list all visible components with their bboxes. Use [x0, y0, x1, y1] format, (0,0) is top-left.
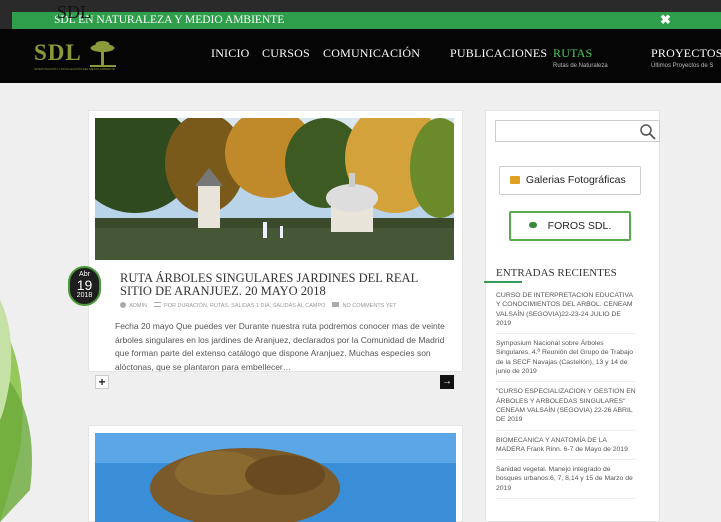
nav-item-inicio[interactable]: INICIO — [211, 46, 250, 61]
gallery-button-label: Galerias Fotográficas — [525, 174, 626, 186]
nav-item-publicaciones[interactable]: PUBLICACIONES — [450, 46, 547, 61]
nav-item-cursos[interactable]: CURSOS — [262, 46, 310, 61]
site-abbr-overlay: SDL — [57, 2, 92, 22]
post-date-badge: Abr 19 2018 — [68, 266, 101, 306]
forum-button[interactable]: FOROS SDL. — [509, 211, 631, 241]
recent-post-link[interactable]: CURSO DE INTERPRETACION EDUCATIVA Y CONO… — [496, 291, 636, 335]
date-day: 19 — [76, 277, 93, 293]
logo-text: SDL — [34, 40, 82, 65]
heading-underline — [484, 281, 522, 283]
tree-icon — [90, 41, 116, 67]
recent-post-link[interactable]: BIOMECANICA Y ANATOMÍA DE LA MADERA Fran… — [496, 436, 636, 461]
post-author[interactable]: ADMIN — [129, 303, 147, 309]
recent-post-link[interactable]: Sanidad vegetal. Manejo integrado de bos… — [496, 465, 636, 500]
post-comments[interactable]: NO COMMENTS YET — [342, 303, 396, 309]
forum-button-label: FOROS SDL. — [547, 220, 612, 232]
post-image-tree[interactable] — [95, 433, 456, 522]
nav-subtitle-proyectos: Últimos Proyectos de S — [651, 63, 714, 69]
photo-icon — [510, 176, 520, 184]
category-icon — [153, 302, 161, 307]
date-year: 2018 — [76, 292, 93, 299]
chat-icon — [528, 222, 537, 228]
post-title[interactable]: RUTA ÁRBOLES SINGULARES JARDINES DEL REA… — [120, 272, 450, 298]
nav-item-comunicacion[interactable]: COMUNICACIÓN — [323, 46, 420, 61]
leaf-decoration — [0, 300, 32, 522]
comment-icon — [331, 302, 339, 307]
author-icon — [120, 302, 126, 308]
nav-item-rutas[interactable]: RUTAS — [553, 46, 592, 61]
recent-posts-list: CURSO DE INTERPRETACION EDUCATIVA Y CONO… — [496, 291, 636, 504]
recent-post-link[interactable]: Symposium Nacional sobre Árboles Singula… — [496, 339, 636, 383]
nav-item-proyectos[interactable]: PROYECTOS — [651, 46, 721, 61]
read-more-arrow-button[interactable]: → — [440, 375, 454, 389]
recent-post-link[interactable]: "CURSO ESPECIALIZACION Y GESTION EN ÁRBO… — [496, 387, 636, 431]
nav-subtitle-rutas: Rutas de Naturaleza — [553, 63, 608, 69]
post-excerpt: Fecha 20 mayo Que puedes ver Durante nue… — [115, 321, 445, 372]
post-image-aranjuez[interactable] — [95, 118, 454, 260]
post-categories[interactable]: POR DURACIÓN, RUTAS, SALIDAS 1 DIA, SALI… — [164, 303, 325, 309]
tagline-bar: SDL EN NATURALEZA Y MEDIO AMBIENTE — [12, 12, 721, 29]
gallery-button[interactable]: Galerias Fotográficas — [499, 166, 641, 195]
site-logo[interactable]: SDL INVESTIGACIÓN Y DIVULGACIÓN DEL MEDI… — [32, 40, 117, 75]
logo-subtitle: INVESTIGACIÓN Y DIVULGACIÓN DEL MEDIO AM… — [34, 67, 115, 71]
expand-button[interactable]: + — [95, 375, 109, 389]
close-icon[interactable]: ✖ — [660, 13, 671, 27]
search-icon[interactable] — [639, 123, 657, 141]
recent-posts-heading: ENTRADAS RECIENTES — [496, 267, 617, 279]
search-input[interactable] — [495, 120, 660, 142]
post-meta: ADMIN POR DURACIÓN, RUTAS, SALIDAS 1 DIA… — [120, 302, 396, 309]
